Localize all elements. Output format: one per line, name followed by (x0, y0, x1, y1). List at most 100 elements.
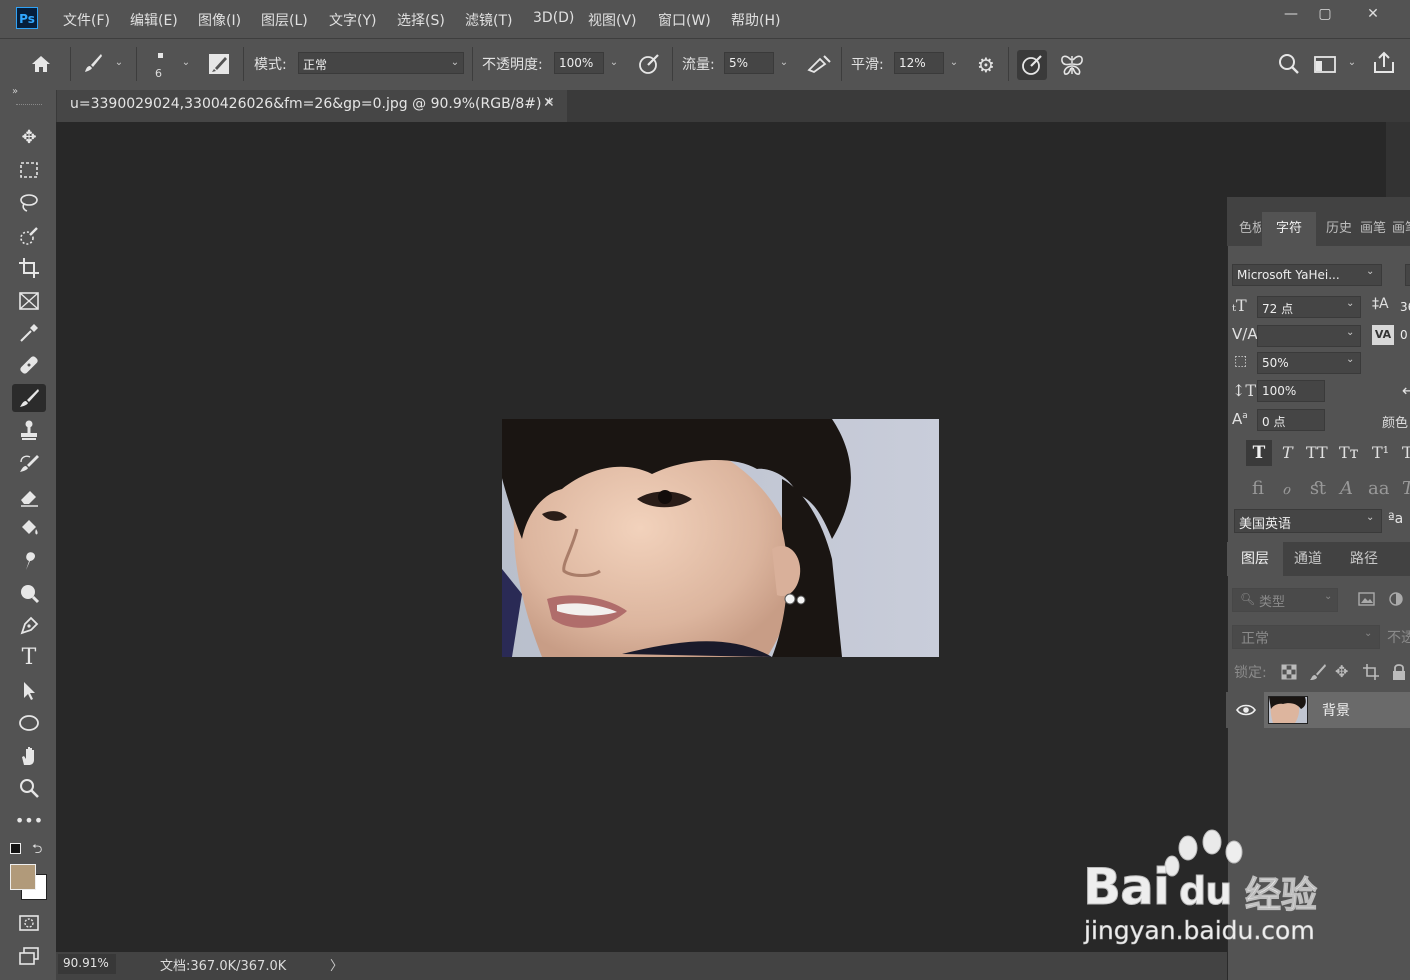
symmetry-butterfly-icon[interactable] (1058, 52, 1086, 78)
foreground-color-swatch[interactable] (10, 864, 36, 890)
menu-view[interactable]: 视图(V) (588, 10, 637, 30)
smudge-tool-icon[interactable] (12, 547, 46, 575)
tab-character[interactable]: 字符 (1262, 212, 1316, 246)
frame-tool-icon[interactable] (12, 287, 46, 315)
pressure-size-icon[interactable] (1017, 50, 1047, 80)
type-tool-icon[interactable]: T (12, 644, 46, 672)
tsume-dropdown-icon[interactable]: ⌄ (1346, 354, 1354, 365)
font-family-select[interactable]: Microsoft YaHei... (1232, 264, 1382, 286)
lock-artboard-icon[interactable] (1362, 663, 1380, 681)
airbrush-icon[interactable] (806, 52, 832, 78)
font-style-select[interactable] (1405, 264, 1410, 286)
lock-image-pixels-icon[interactable] (1309, 663, 1327, 681)
eraser-tool-icon[interactable] (12, 482, 46, 510)
menu-3d[interactable]: 3D(D) (533, 10, 574, 26)
photoshop-logo-icon[interactable]: Ps (16, 7, 38, 29)
home-icon[interactable] (28, 52, 54, 78)
all-caps-icon[interactable]: TT (1306, 443, 1328, 462)
tracking-value[interactable]: 0 (1400, 328, 1408, 342)
stylistic-alternates-icon[interactable]: aa (1368, 478, 1389, 499)
quick-mask-icon[interactable] (12, 909, 46, 937)
maximize-button[interactable]: ▢ (1308, 4, 1342, 24)
healing-brush-tool-icon[interactable] (12, 351, 46, 379)
text-color-label[interactable]: 颜色 (1382, 412, 1410, 431)
anti-aliasing-icon[interactable]: ªa (1388, 511, 1403, 527)
kerning-dropdown-icon[interactable]: ⌄ (1346, 327, 1354, 338)
vertical-scrollbar[interactable] (1386, 122, 1410, 197)
document-image[interactable] (502, 419, 939, 657)
zoom-level-field[interactable]: 90.91% (58, 954, 116, 974)
ligatures-icon[interactable]: ﬁ (1252, 478, 1264, 499)
brush-size-dropdown-icon[interactable]: ⌄ (177, 52, 195, 74)
tab-brushes[interactable]: 画笔 (1356, 212, 1386, 246)
menu-layer[interactable]: 图层(L) (261, 10, 308, 30)
menu-help[interactable]: 帮助(H) (731, 10, 780, 30)
history-brush-tool-icon[interactable] (12, 449, 46, 477)
brush-tool-icon[interactable] (12, 384, 46, 412)
leading-value[interactable]: 36 (1400, 300, 1410, 314)
tab-history[interactable]: 历史 (1321, 212, 1351, 246)
swap-colors-icon[interactable]: ⮌ (32, 840, 42, 862)
eye-icon[interactable] (1236, 701, 1256, 719)
lasso-tool-icon[interactable] (12, 189, 46, 217)
smoothing-input[interactable]: 12% (894, 52, 944, 74)
panel-dock-header[interactable] (1227, 197, 1410, 212)
lock-all-icon[interactable] (1391, 663, 1407, 681)
opacity-dropdown-icon[interactable]: ⌄ (605, 52, 623, 74)
layer-name[interactable]: 背景 (1322, 700, 1350, 720)
layer-thumbnail[interactable] (1268, 696, 1308, 724)
toolbar-expand-icon[interactable]: » (12, 86, 18, 97)
brush-preset-dropdown-icon[interactable]: ⌄ (110, 52, 128, 74)
screen-mode-icon[interactable] (12, 942, 46, 970)
filter-pixel-layer-icon[interactable] (1358, 591, 1376, 607)
smoothing-dropdown-icon[interactable]: ⌄ (945, 52, 963, 74)
lock-transparent-pixels-icon[interactable] (1281, 664, 1297, 680)
ellipse-tool-icon[interactable] (12, 709, 46, 737)
font-family-dropdown-icon[interactable]: ⌄ (1366, 266, 1374, 277)
brush-tip-icon[interactable] (158, 53, 163, 58)
superscript-icon[interactable]: T¹ (1372, 443, 1389, 462)
vertical-scale-input[interactable]: 100% (1257, 380, 1325, 402)
default-colors-icon[interactable] (10, 843, 21, 854)
opacity-input[interactable]: 100% (554, 52, 604, 74)
language-dropdown-icon[interactable]: ⌄ (1366, 512, 1374, 523)
share-icon[interactable] (1370, 50, 1398, 78)
menu-image[interactable]: 图像(I) (198, 10, 241, 30)
faux-bold-icon[interactable]: T (1246, 440, 1272, 466)
tab-brush-settings[interactable]: 画笔 (1388, 212, 1410, 246)
pressure-opacity-icon[interactable] (636, 52, 662, 78)
tab-paths[interactable]: 路径 (1350, 542, 1378, 576)
close-window-button[interactable]: ✕ (1356, 4, 1390, 24)
brush-settings-panel-icon[interactable] (207, 53, 231, 77)
subscript-icon[interactable]: T (1402, 443, 1410, 462)
dodge-tool-icon[interactable] (12, 579, 46, 607)
zoom-tool-icon[interactable] (12, 774, 46, 802)
mode-select[interactable]: 正常 (298, 52, 464, 74)
old-style-icon[interactable]: ℴ (1282, 478, 1290, 499)
menu-file[interactable]: 文件(F) (63, 10, 110, 30)
hand-tool-icon[interactable] (12, 742, 46, 770)
status-menu-arrow-icon[interactable]: 〉 (330, 955, 343, 974)
language-select[interactable]: 美国英语 (1234, 509, 1382, 533)
tab-channels[interactable]: 通道 (1294, 542, 1322, 576)
mode-dropdown-icon[interactable]: ⌄ (446, 52, 464, 74)
filter-adjustment-layer-icon[interactable] (1388, 591, 1406, 607)
menu-select[interactable]: 选择(S) (397, 10, 445, 30)
baseline-shift-input[interactable]: 0 点 (1257, 409, 1325, 431)
titling-alternates-icon[interactable]: T (1402, 478, 1410, 499)
discretionary-ligatures-icon[interactable]: ﬆ (1310, 478, 1327, 499)
blend-mode-dropdown-icon[interactable]: ⌄ (1364, 628, 1372, 639)
flow-dropdown-icon[interactable]: ⌄ (775, 52, 793, 74)
crop-tool-icon[interactable] (12, 254, 46, 282)
flow-input[interactable]: 5% (724, 52, 774, 74)
menu-filter[interactable]: 滤镜(T) (465, 10, 512, 30)
workspace-dropdown-icon[interactable]: ⌄ (1343, 52, 1361, 74)
document-tab-title[interactable]: u=3390029024,3300426026&fm=26&gp=0.jpg @… (70, 96, 553, 112)
clone-stamp-tool-icon[interactable] (12, 416, 46, 444)
quick-selection-tool-icon[interactable] (12, 222, 46, 250)
menu-edit[interactable]: 编辑(E) (130, 10, 178, 30)
smoothing-settings-gear-icon[interactable]: ⚙ (973, 52, 999, 78)
faux-italic-icon[interactable]: T (1282, 443, 1293, 462)
workspace-icon[interactable] (1312, 52, 1338, 78)
minimize-button[interactable]: — (1274, 4, 1308, 24)
